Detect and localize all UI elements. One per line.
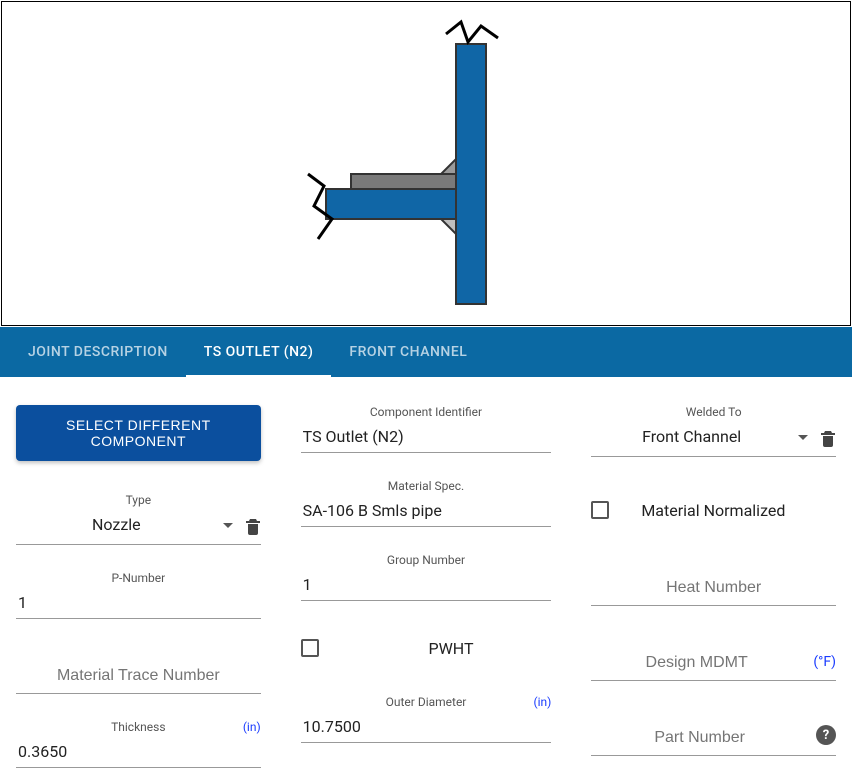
type-field: Type [16,493,261,545]
chevron-down-icon[interactable] [223,523,233,528]
material-trace-number-input[interactable] [16,661,261,694]
component-identifier-label: Component Identifier [301,405,552,419]
material-normalized-row: Material Normalized [591,489,836,531]
component-diagram [2,2,850,325]
design-mdmt-field: (°F) [591,648,836,681]
type-select[interactable] [16,511,217,540]
trash-icon[interactable] [245,517,261,535]
thickness-unit: (in) [243,720,261,734]
outer-diameter-label: Outer Diameter [301,695,552,709]
welded-to-field: Welded To [591,405,836,457]
heat-number-input[interactable] [591,573,836,606]
welded-to-label: Welded To [591,405,836,419]
tab-ts-outlet[interactable]: TS OUTLET (N2) [186,327,332,377]
design-mdmt-unit: (°F) [813,654,836,670]
material-spec-input[interactable] [301,497,552,527]
trash-icon[interactable] [820,429,836,447]
component-identifier-field: Component Identifier [301,405,552,453]
design-mdmt-input[interactable] [591,648,836,681]
outer-diameter-input[interactable] [301,713,552,743]
material-normalized-label: Material Normalized [641,501,785,520]
tab-joint-description[interactable]: JOINT DESCRIPTION [10,327,186,377]
thickness-field: Thickness (in) [16,720,261,768]
tab-front-channel[interactable]: FRONT CHANNEL [331,327,485,377]
pwht-label: PWHT [351,639,552,658]
group-number-input[interactable] [301,571,552,601]
chevron-down-icon[interactable] [798,435,808,440]
welded-to-select[interactable] [591,423,792,452]
material-spec-field: Material Spec. [301,479,552,527]
p-number-field: P-Number [16,571,261,619]
group-number-label: Group Number [301,553,552,567]
pwht-row: PWHT [301,627,552,669]
tab-bar: JOINT DESCRIPTION TS OUTLET (N2) FRONT C… [0,327,852,377]
outer-diameter-field: Outer Diameter (in) [301,695,552,743]
help-icon[interactable]: ? [816,725,836,745]
material-normalized-checkbox[interactable] [591,501,609,519]
outer-diameter-unit: (in) [533,695,551,709]
type-label: Type [16,493,261,507]
form-area: SELECT DIFFERENT COMPONENT Type P-Number… [0,377,852,768]
thickness-input[interactable] [16,738,261,768]
p-number-input[interactable] [16,589,261,619]
thickness-label: Thickness [16,720,261,734]
nozzle-diagram-svg [246,14,606,314]
select-different-component-button[interactable]: SELECT DIFFERENT COMPONENT [16,405,261,461]
material-spec-label: Material Spec. [301,479,552,493]
pwht-checkbox[interactable] [301,639,319,657]
group-number-field: Group Number [301,553,552,601]
p-number-label: P-Number [16,571,261,585]
component-identifier-input[interactable] [301,423,552,453]
